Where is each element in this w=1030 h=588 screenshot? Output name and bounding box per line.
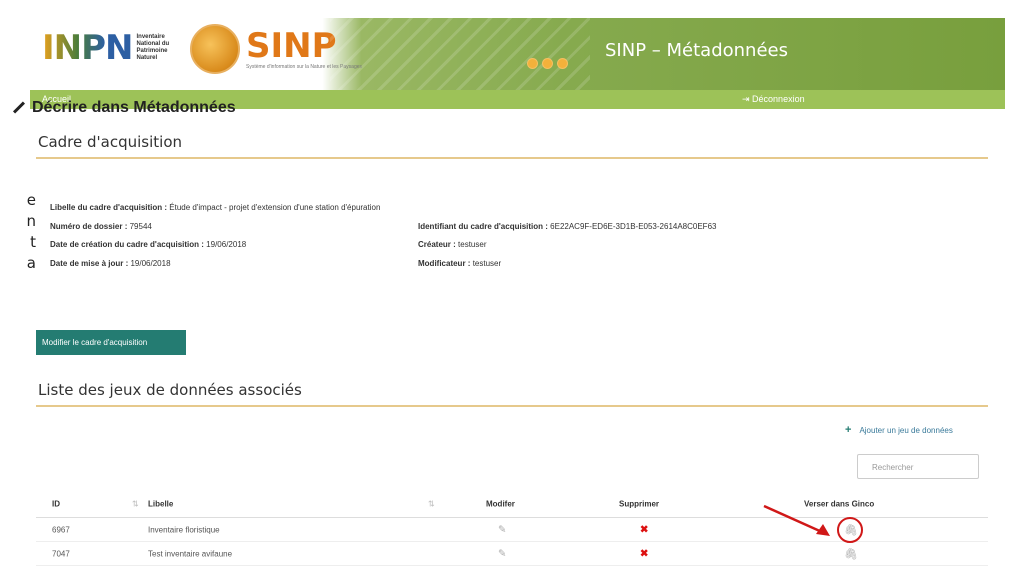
delete-x-icon[interactable]: ✖ bbox=[640, 548, 648, 559]
highlight-circle bbox=[837, 517, 863, 543]
add-dataset-link[interactable]: + Ajouter un jeu de données bbox=[845, 424, 953, 436]
pencil-icon bbox=[10, 101, 24, 115]
app-title: SINP – Métadonnées bbox=[605, 40, 788, 61]
header-libelle[interactable]: Libelle bbox=[148, 499, 173, 508]
table-row: 6967 Inventaire floristique ✎ ✖ 🖇 bbox=[36, 517, 988, 543]
logout-link[interactable]: ⇥ Déconnexion bbox=[742, 94, 805, 105]
header-id[interactable]: ID bbox=[52, 499, 60, 508]
creator-info: Créateur : testuser bbox=[418, 240, 487, 249]
row-id: 7047 bbox=[52, 549, 70, 558]
clipped-side-text: e n t a bbox=[26, 191, 36, 272]
identifier-info: Identifiant du cadre d'acquisition : 6E2… bbox=[418, 222, 717, 231]
page-title: Décrire dans Métadonnées bbox=[10, 99, 236, 117]
section-heading-datasets: Liste des jeux de données associés bbox=[38, 381, 302, 399]
table-header: ID ⇅ Libelle ⇅ Modifer Supprimer Verser … bbox=[36, 490, 988, 518]
sort-icon[interactable]: ⇅ bbox=[132, 499, 139, 508]
partner-logos bbox=[527, 58, 568, 69]
header-modifier: Modifer bbox=[486, 499, 515, 508]
sinp-emblem-icon bbox=[190, 24, 240, 74]
libelle-info: Libelle du cadre d'acquisition : Étude d… bbox=[50, 203, 381, 212]
row-libelle: Test inventaire avifaune bbox=[148, 549, 233, 558]
dossier-info: Numéro de dossier : 79544 bbox=[50, 222, 152, 231]
edit-icon[interactable]: ✎ bbox=[498, 548, 506, 559]
table-row: 7047 Test inventaire avifaune ✎ ✖ 🖇 bbox=[36, 542, 988, 566]
modify-acquisition-button[interactable]: Modifier le cadre d'acquisition bbox=[36, 330, 186, 355]
update-date-info: Date de mise à jour : 19/06/2018 bbox=[50, 259, 171, 268]
section-divider bbox=[36, 157, 988, 159]
app-container: INPN Inventaire National du Patrimoine N… bbox=[30, 18, 1005, 109]
paperclip-icon[interactable]: 🖇 bbox=[844, 547, 858, 560]
section-heading-acquisition: Cadre d'acquisition bbox=[38, 133, 183, 151]
sort-icon[interactable]: ⇅ bbox=[428, 499, 435, 508]
row-libelle: Inventaire floristique bbox=[148, 525, 220, 534]
row-id: 6967 bbox=[52, 525, 70, 534]
banner-decoration bbox=[330, 18, 590, 90]
search-input[interactable]: Rechercher bbox=[857, 454, 979, 479]
modifier-info: Modificateur : testuser bbox=[418, 259, 502, 268]
inpn-logo: INPN Inventaire National du Patrimoine N… bbox=[42, 28, 170, 68]
red-arrow-annotation bbox=[763, 504, 830, 536]
header-banner: INPN Inventaire National du Patrimoine N… bbox=[30, 18, 1005, 90]
creation-date-info: Date de création du cadre d'acquisition … bbox=[50, 240, 247, 249]
header-supprimer: Supprimer bbox=[619, 499, 660, 508]
plus-icon: + bbox=[845, 424, 852, 436]
edit-icon[interactable]: ✎ bbox=[498, 524, 506, 535]
datasets-table: ID ⇅ Libelle ⇅ Modifer Supprimer Verser … bbox=[36, 490, 988, 566]
section-divider bbox=[36, 405, 988, 407]
delete-x-icon[interactable]: ✖ bbox=[640, 524, 648, 535]
